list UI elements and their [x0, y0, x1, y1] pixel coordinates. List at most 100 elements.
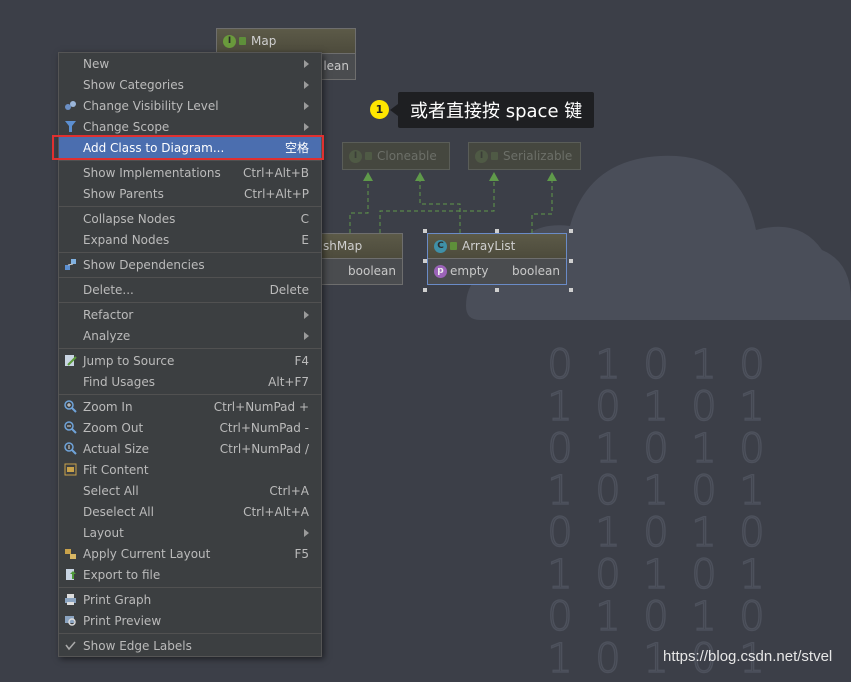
- menu-item-label: Analyze: [83, 328, 131, 343]
- menu-item-zoom-out[interactable]: Zoom Out Ctrl+NumPad -: [59, 417, 321, 438]
- submenu-arrow-icon: [304, 331, 309, 340]
- hashmap-node-row-type: boolean: [348, 264, 396, 278]
- menu-item-label: New: [83, 56, 110, 71]
- selection-handle[interactable]: [423, 259, 427, 263]
- zoom-in-icon: [64, 400, 77, 413]
- selection-handle[interactable]: [569, 229, 573, 233]
- selection-handle[interactable]: [569, 288, 573, 292]
- menu-separator: [59, 252, 321, 253]
- export-icon: [64, 568, 77, 581]
- dependencies-icon: [64, 258, 77, 271]
- menu-item-jump-to-source[interactable]: Jump to Source F4: [59, 350, 321, 371]
- menu-item-select-all[interactable]: Select All Ctrl+A: [59, 480, 321, 501]
- menu-item-label: Deselect All: [83, 504, 154, 519]
- selection-handle[interactable]: [495, 288, 499, 292]
- submenu-arrow-icon: [304, 101, 309, 110]
- selection-handle[interactable]: [495, 229, 499, 233]
- menu-item-label: Change Visibility Level: [83, 98, 219, 113]
- menu-item-shortcut: Ctrl+Alt+B: [243, 165, 309, 180]
- menu-item-label: Jump to Source: [83, 353, 175, 368]
- callout-tooltip: 或者直接按 space 键: [398, 92, 595, 128]
- menu-item-deselect-all[interactable]: Deselect All Ctrl+Alt+A: [59, 501, 321, 522]
- menu-item-label: Zoom Out: [83, 420, 144, 435]
- menu-item-new[interactable]: New: [59, 53, 321, 74]
- menu-item-label: Show Edge Labels: [83, 638, 192, 653]
- submenu-arrow-icon: [304, 80, 309, 89]
- menu-item-delete[interactable]: Delete... Delete: [59, 279, 321, 300]
- menu-item-shortcut: Ctrl+A: [269, 483, 309, 498]
- menu-item-label: Show Implementations: [83, 165, 221, 180]
- menu-item-analyze[interactable]: Analyze: [59, 325, 321, 346]
- menu-item-shortcut: E: [301, 232, 309, 247]
- lock-icon: [450, 242, 457, 250]
- menu-item-shortcut: Ctrl+NumPad /: [219, 441, 309, 456]
- menu-item-change-visibility-level[interactable]: Change Visibility Level: [59, 95, 321, 116]
- selection-handle[interactable]: [423, 229, 427, 233]
- menu-item-label: Export to file: [83, 567, 161, 582]
- selection-handle[interactable]: [569, 259, 573, 263]
- menu-separator: [59, 277, 321, 278]
- property-icon: p: [434, 264, 447, 278]
- menu-item-show-parents[interactable]: Show Parents Ctrl+Alt+P: [59, 183, 321, 204]
- menu-item-label: Layout: [83, 525, 124, 540]
- print-preview-icon: [64, 614, 77, 627]
- menu-item-shortcut: Ctrl+Alt+P: [244, 186, 309, 201]
- menu-item-label: Show Categories: [83, 77, 184, 92]
- menu-item-label: Print Graph: [83, 592, 152, 607]
- menu-item-label: Delete...: [83, 282, 134, 297]
- arraylist-node[interactable]: C ArrayList p empty boolean: [427, 233, 567, 285]
- zoom-out-icon: [64, 421, 77, 434]
- menu-separator: [59, 587, 321, 588]
- menu-item-shortcut: Ctrl+NumPad +: [213, 399, 309, 414]
- arraylist-row-type: boolean: [512, 264, 560, 278]
- menu-item-shortcut: Delete: [269, 282, 309, 297]
- hashmap-node-title: shMap: [323, 239, 363, 253]
- menu-separator: [59, 394, 321, 395]
- menu-item-label: Show Parents: [83, 186, 164, 201]
- menu-item-show-implementations[interactable]: Show Implementations Ctrl+Alt+B: [59, 162, 321, 183]
- arraylist-row-name: empty: [450, 264, 489, 278]
- menu-item-fit-content[interactable]: Fit Content: [59, 459, 321, 480]
- menu-item-zoom-in[interactable]: Zoom In Ctrl+NumPad +: [59, 396, 321, 417]
- menu-item-actual-size[interactable]: Actual Size Ctrl+NumPad /: [59, 438, 321, 459]
- menu-separator: [59, 633, 321, 634]
- menu-item-shortcut: C: [300, 211, 309, 226]
- apply-layout-icon: [64, 547, 77, 560]
- visibility-icon: [64, 99, 77, 112]
- arraylist-node-title: ArrayList: [462, 239, 516, 253]
- selection-handle[interactable]: [423, 288, 427, 292]
- menu-item-shortcut: Ctrl+Alt+A: [243, 504, 309, 519]
- submenu-arrow-icon: [304, 310, 309, 319]
- menu-item-show-edge-labels[interactable]: Show Edge Labels: [59, 635, 321, 656]
- menu-item-layout[interactable]: Layout: [59, 522, 321, 543]
- class-icon: C: [434, 239, 447, 253]
- menu-item-label: Fit Content: [83, 462, 149, 477]
- menu-item-label: Show Dependencies: [83, 257, 205, 272]
- menu-item-show-categories[interactable]: Show Categories: [59, 74, 321, 95]
- menu-item-collapse-nodes[interactable]: Collapse Nodes C: [59, 208, 321, 229]
- menu-item-show-dependencies[interactable]: Show Dependencies: [59, 254, 321, 275]
- step-number-badge: 1: [370, 100, 389, 119]
- filter-icon: [64, 120, 77, 133]
- submenu-arrow-icon: [304, 122, 309, 131]
- menu-item-export-to-file[interactable]: Export to file: [59, 564, 321, 585]
- menu-item-print-preview[interactable]: Print Preview: [59, 610, 321, 631]
- menu-item-shortcut: F4: [294, 353, 309, 368]
- edit-source-icon: [64, 354, 77, 367]
- watermark: https://blog.csdn.net/stvel: [663, 648, 833, 665]
- menu-item-shortcut: F5: [294, 546, 309, 561]
- menu-item-shortcut: Ctrl+NumPad -: [219, 420, 310, 435]
- menu-item-print-graph[interactable]: Print Graph: [59, 589, 321, 610]
- menu-item-find-usages[interactable]: Find Usages Alt+F7: [59, 371, 321, 392]
- menu-item-label: Print Preview: [83, 613, 162, 628]
- menu-separator: [59, 206, 321, 207]
- menu-item-shortcut: Alt+F7: [268, 374, 309, 389]
- print-icon: [64, 593, 77, 606]
- menu-item-label: Select All: [83, 483, 139, 498]
- menu-item-label: Find Usages: [83, 374, 156, 389]
- menu-item-apply-current-layout[interactable]: Apply Current Layout F5: [59, 543, 321, 564]
- menu-item-change-scope[interactable]: Change Scope: [59, 116, 321, 137]
- menu-item-expand-nodes[interactable]: Expand Nodes E: [59, 229, 321, 250]
- highlight-annotation-box: [52, 135, 324, 160]
- menu-item-refactor[interactable]: Refactor: [59, 304, 321, 325]
